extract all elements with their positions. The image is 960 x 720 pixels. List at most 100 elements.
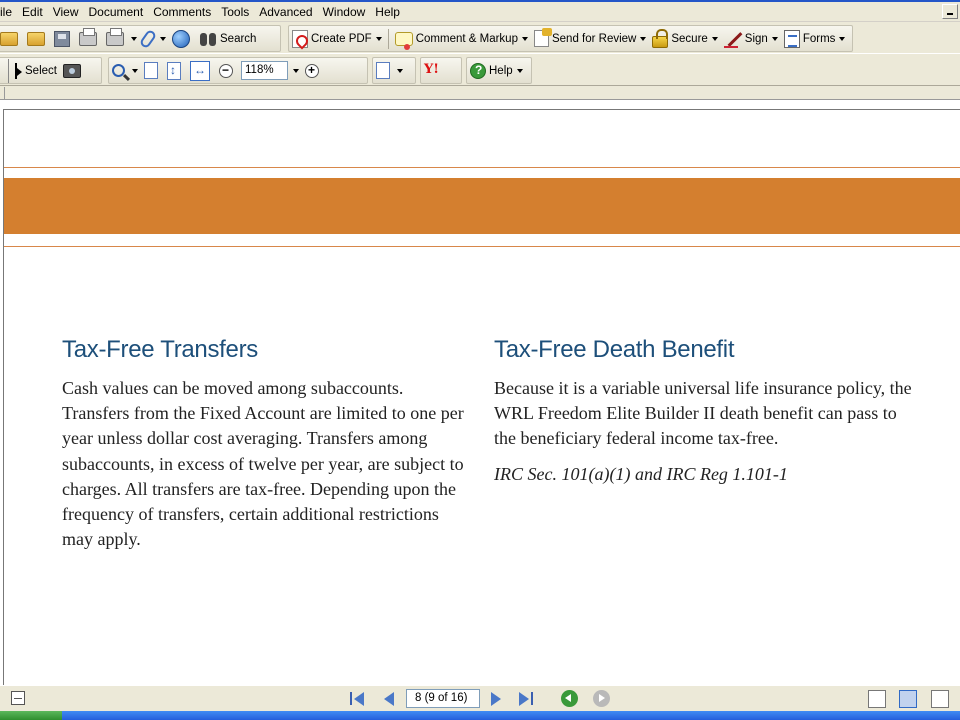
create-pdf-label: Create PDF bbox=[311, 32, 372, 45]
continuous-layout-button[interactable] bbox=[899, 690, 917, 708]
previous-page-edge bbox=[0, 87, 960, 100]
comment-icon bbox=[394, 31, 413, 50]
minimize-document-button[interactable] bbox=[942, 4, 958, 19]
left-column: Tax-Free Transfers Cash values can be mo… bbox=[62, 336, 474, 552]
toolbar-main: Search Create PDF Comment & Markup Send … bbox=[0, 23, 960, 54]
send-for-review-button[interactable]: Send for Review bbox=[531, 27, 649, 51]
chevron-down-icon bbox=[521, 36, 528, 41]
zoom-in-tool-button[interactable] bbox=[109, 59, 141, 83]
tax-free-death-benefit-heading: Tax-Free Death Benefit bbox=[494, 336, 735, 363]
actual-size-button[interactable] bbox=[141, 59, 164, 83]
tax-free-transfers-body: Cash values can be moved among subaccoun… bbox=[62, 378, 464, 550]
text-cursor-icon bbox=[12, 62, 22, 80]
menu-tools[interactable]: Tools bbox=[216, 3, 254, 21]
file-tools-group: Search bbox=[0, 25, 281, 52]
folder-icon bbox=[0, 31, 18, 46]
select-tools-group: Select bbox=[0, 57, 102, 84]
comment-markup-button[interactable]: Comment & Markup bbox=[392, 27, 531, 51]
save-button[interactable] bbox=[51, 27, 76, 51]
fit-page-icon bbox=[167, 61, 181, 80]
first-page-button[interactable] bbox=[347, 690, 367, 708]
previous-page-button[interactable] bbox=[380, 690, 400, 708]
fit-width-button[interactable] bbox=[187, 59, 216, 83]
help-button[interactable]: Help bbox=[467, 59, 526, 83]
open-button[interactable] bbox=[0, 27, 24, 51]
menu-edit[interactable]: Edit bbox=[17, 3, 48, 21]
sign-button[interactable]: Sign bbox=[721, 27, 781, 51]
facing-layout-button[interactable] bbox=[931, 690, 949, 708]
irc-citation: IRC Sec. 101(a)(1) and IRC Reg 1.101-1 bbox=[494, 463, 788, 484]
sign-label: Sign bbox=[744, 32, 768, 45]
next-page-button[interactable] bbox=[487, 690, 507, 708]
help-icon bbox=[470, 62, 486, 79]
snapshot-button[interactable] bbox=[60, 59, 87, 83]
email-button[interactable] bbox=[169, 27, 196, 51]
forms-icon bbox=[783, 29, 800, 48]
menu-view[interactable]: View bbox=[48, 3, 84, 21]
create-pdf-button[interactable]: Create PDF bbox=[289, 27, 385, 51]
email-globe-icon bbox=[172, 29, 190, 48]
menu-advanced[interactable]: Advanced bbox=[254, 3, 317, 21]
search-label: Search bbox=[220, 32, 257, 45]
tax-free-transfers-heading: Tax-Free Transfers bbox=[62, 336, 258, 363]
chevron-down-icon bbox=[516, 68, 523, 73]
last-page-button[interactable] bbox=[516, 690, 536, 708]
create-pdf-icon bbox=[292, 29, 308, 48]
lock-icon bbox=[652, 28, 669, 48]
yahoo-group: Y! bbox=[420, 57, 462, 84]
organizer-button[interactable] bbox=[24, 27, 51, 51]
comment-markup-label: Comment & Markup bbox=[415, 32, 518, 45]
next-page-icon bbox=[491, 692, 501, 706]
header-band bbox=[4, 178, 960, 234]
fit-page-button[interactable] bbox=[164, 59, 187, 83]
chevron-down-icon bbox=[131, 36, 137, 41]
zoom-out-button[interactable] bbox=[216, 59, 239, 83]
menu-file[interactable]: ile bbox=[0, 3, 17, 21]
chevron-down-icon bbox=[771, 36, 778, 41]
pen-icon bbox=[723, 30, 742, 48]
zoom-level-input[interactable]: 118% bbox=[241, 61, 288, 80]
next-view-button[interactable] bbox=[593, 690, 610, 707]
toolbar-separator bbox=[387, 28, 389, 49]
previous-page-icon bbox=[384, 692, 394, 706]
attach-button[interactable] bbox=[138, 27, 169, 51]
document-view[interactable]: Tax-Free Transfers Cash values can be mo… bbox=[0, 87, 960, 685]
task-buttons-group: Create PDF Comment & Markup Send for Rev… bbox=[288, 25, 853, 52]
toolbar-view: Select 118% Y! Help bbox=[0, 55, 960, 86]
page-options-icon[interactable] bbox=[11, 691, 25, 705]
zoom-dropdown-button[interactable] bbox=[290, 59, 302, 83]
tasks-button[interactable] bbox=[103, 27, 140, 51]
yahoo-toolbar-button[interactable]: Y! bbox=[421, 59, 452, 83]
single-page-layout-button[interactable] bbox=[868, 690, 886, 708]
disk-icon bbox=[54, 30, 70, 47]
windows-taskbar bbox=[0, 711, 960, 720]
chevron-down-icon bbox=[839, 36, 846, 41]
chevron-down-icon bbox=[640, 36, 647, 41]
organizer-icon bbox=[27, 31, 45, 46]
select-tool-button[interactable]: Select bbox=[9, 59, 60, 83]
menu-window[interactable]: Window bbox=[318, 3, 371, 21]
hand-tool-button[interactable] bbox=[0, 58, 9, 83]
chevron-down-icon bbox=[160, 36, 166, 41]
camera-icon bbox=[62, 63, 81, 78]
menu-help[interactable]: Help bbox=[370, 3, 405, 21]
secure-button[interactable]: Secure bbox=[649, 27, 720, 51]
right-column: Tax-Free Death Benefit Because it is a v… bbox=[494, 336, 914, 487]
zoom-tools-group: 118% bbox=[108, 57, 368, 84]
tax-free-death-benefit-body: Because it is a variable universal life … bbox=[494, 378, 912, 449]
menu-comments[interactable]: Comments bbox=[148, 3, 216, 21]
select-label: Select bbox=[25, 64, 57, 77]
page-number-input[interactable]: 8 (9 of 16) bbox=[406, 689, 480, 708]
forms-button[interactable]: Forms bbox=[781, 27, 849, 51]
yahoo-icon: Y! bbox=[424, 61, 439, 77]
paperclip-icon bbox=[138, 28, 158, 49]
rotate-view-button[interactable] bbox=[373, 59, 406, 83]
zoom-in-button[interactable] bbox=[302, 59, 325, 83]
menu-document[interactable]: Document bbox=[84, 3, 149, 21]
bottom-rule bbox=[4, 246, 960, 247]
start-button[interactable] bbox=[0, 711, 62, 720]
previous-view-button[interactable] bbox=[561, 690, 578, 707]
print-button[interactable] bbox=[76, 27, 103, 51]
search-button[interactable]: Search bbox=[196, 27, 259, 51]
secure-label: Secure bbox=[671, 32, 708, 45]
